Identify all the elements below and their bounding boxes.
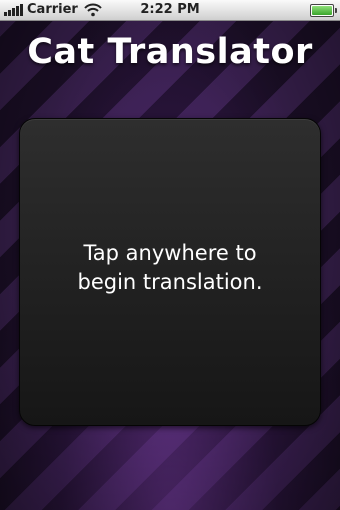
translate-tap-area[interactable]: Tap anywhere to begin translation.: [19, 118, 321, 426]
tap-prompt-line-1: Tap anywhere to: [83, 241, 257, 265]
status-bar: Carrier 2:22 PM: [0, 0, 340, 21]
status-time: 2:22 PM: [140, 2, 200, 17]
app-title: Cat Translator: [27, 32, 313, 72]
tap-prompt-line-2: begin translation.: [77, 270, 263, 294]
tap-prompt: Tap anywhere to begin translation.: [30, 239, 310, 297]
battery-icon: [310, 4, 337, 17]
battery-level: [312, 6, 332, 15]
app-screen[interactable]: Carrier 2:22 PM Cat Translator Tap anywh…: [0, 0, 340, 510]
